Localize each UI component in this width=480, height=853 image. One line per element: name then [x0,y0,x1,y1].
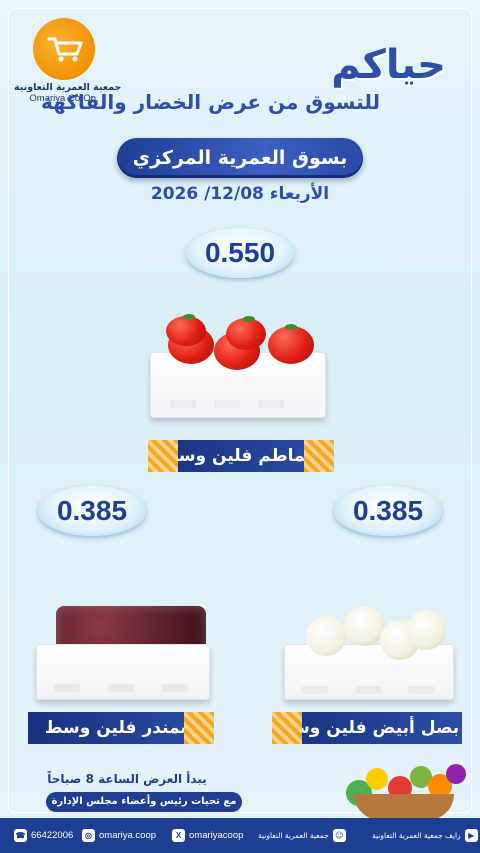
white-onion-box-image [284,606,456,700]
x-icon: X [172,828,185,842]
product-label-tomato: طماطم فلين وسط [148,440,334,472]
footer-phone[interactable]: ☎ 66422006 [14,826,73,844]
instagram-icon: ◎ [82,828,95,842]
product-label-beetroot: شمندر فلين وسط [28,712,214,744]
product-name-white-onion: بصل أبيض فلين وسط [274,718,460,738]
market-name-banner: بسوق العمرية المركزي [111,138,367,178]
price-badge-white-onion: 0.385 [334,486,442,536]
offer-subtitle: للتسوق من عرض الخضار والفاكهة [40,90,380,114]
logo-mark [33,18,95,80]
price-badge-beetroot: 0.385 [38,486,146,536]
beetroot-box-image [36,604,212,700]
product-name-beetroot: شمندر فلين وسط [44,718,198,738]
x-handle: omariyacoop [189,829,244,841]
footer-snapchat[interactable]: ☺ جمعية العمرية التعاونية [258,826,346,844]
offer-date: الأربعاء 12/08/ 2026 [150,184,330,204]
snapchat-icon: ☺ [332,828,346,842]
offer-poster: جمعية العمرية التعاونية Omariya Co-Op. ح… [0,0,480,853]
phone-number: 66422006 [31,829,74,841]
youtube-account: زايف جمعية العمرية التعاونية [372,830,461,840]
whatsapp-icon: ☎ [14,828,27,842]
footer-social-bar: ☎ 66422006 ◎ omariya.coop X omariyacoop … [0,818,480,853]
greeting-title: حياكم [331,42,446,88]
price-badge-tomato: 0.550 [186,228,294,278]
offer-start-time: يبدأ العرض الساعة 8 صباحاً [47,772,207,786]
board-greeting: مع تحيات رئيس وأعضاء مجلس الإدارة [46,792,242,812]
footer-x[interactable]: X omariyacoop [172,826,243,844]
footer-instagram[interactable]: ◎ omariya.coop [82,826,156,844]
snapchat-account: جمعية العمرية التعاونية [258,830,329,840]
product-name-tomato: طماطم فلين وسط [160,446,322,466]
produce-basket-image [336,762,472,822]
youtube-icon: ▶ [464,828,478,842]
instagram-handle: omariya.coop [99,829,157,841]
product-label-white-onion: بصل أبيض فلين وسط [272,712,462,744]
shopping-cart-icon [47,37,83,62]
tomato-box-image [148,314,328,420]
footer-youtube[interactable]: ▶ زايف جمعية العمرية التعاونية [372,826,478,844]
